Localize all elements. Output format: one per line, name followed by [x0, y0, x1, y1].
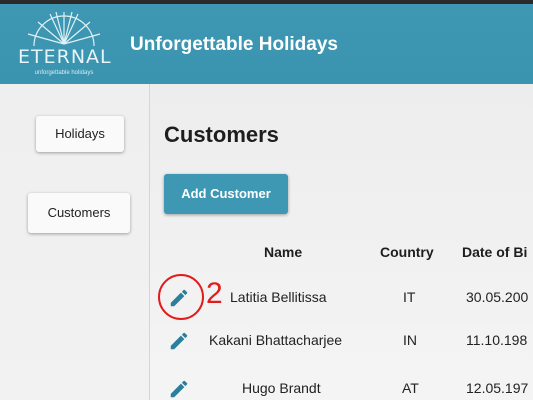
add-customer-button[interactable]: Add Customer — [164, 174, 288, 214]
customer-country: IT — [403, 289, 416, 305]
customer-name: Hugo Brandt — [242, 380, 321, 396]
page-title: Customers — [164, 122, 279, 147]
column-header-country[interactable]: Country — [380, 244, 434, 260]
sidebar-item-holidays[interactable]: Holidays — [36, 116, 124, 152]
app-title: Unforgettable Holidays — [130, 34, 338, 55]
sunrise-icon — [27, 11, 101, 47]
customer-country: IN — [403, 332, 417, 348]
app-window: ETERNAL unforgettable holidays Unforgett… — [0, 0, 533, 400]
sidebar-item-customers[interactable]: Customers — [28, 193, 130, 233]
annotation-circle — [158, 274, 204, 320]
table-row: Kakani Bhattacharjee IN 11.10.198 — [150, 320, 533, 360]
customer-dob: 11.10.198 — [466, 332, 528, 348]
column-header-date-of-birth[interactable]: Date of Bi — [462, 244, 527, 260]
annotation-number: 2 — [206, 277, 223, 310]
pencil-edit-icon[interactable] — [168, 378, 190, 400]
top-bar: ETERNAL unforgettable holidays Unforgett… — [0, 0, 533, 84]
main-content: Customers Add Customer Name Country Date… — [150, 84, 533, 400]
customer-name: Latitia Bellitissa — [230, 289, 327, 305]
logo-tagline: unforgettable holidays — [34, 70, 94, 76]
eternal-logo[interactable]: ETERNAL unforgettable holidays — [14, 8, 114, 84]
table-row: Hugo Brandt AT 12.05.197 — [150, 366, 533, 400]
customer-country: AT — [402, 380, 419, 396]
logo-wordmark: ETERNAL — [18, 46, 112, 68]
customer-name: Kakani Bhattacharjee — [209, 332, 343, 348]
customer-dob: 12.05.197 — [466, 380, 529, 396]
pencil-edit-icon[interactable] — [168, 330, 190, 352]
customer-dob: 30.05.200 — [466, 289, 529, 305]
column-header-name[interactable]: Name — [264, 244, 302, 260]
sidebar: Holidays Customers — [0, 84, 150, 400]
